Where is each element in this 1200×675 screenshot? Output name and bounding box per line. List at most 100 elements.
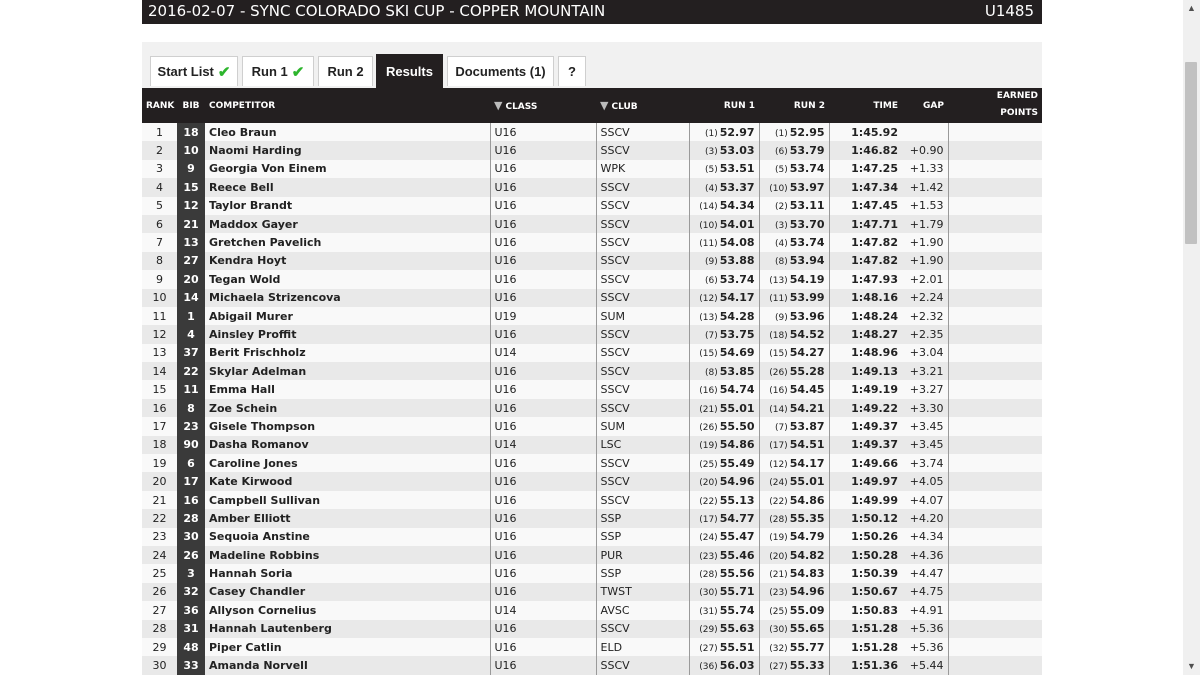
competitor-name[interactable]: Taylor Brandt — [205, 196, 490, 215]
bib-cell: 8 — [177, 398, 205, 418]
col-club[interactable]: ▼ CLUB — [596, 88, 689, 123]
result-row[interactable]: 25 3 Hannah Soria U16 SSP (28) 55.56 (21) 54.83 1… — [142, 564, 1042, 583]
filter-funnel-icon[interactable]: ▼ — [600, 99, 608, 112]
competitor-name[interactable]: Reece Bell — [205, 178, 490, 197]
result-row[interactable]: 2 10 Naomi Harding U16 SSCV (3) 53.03 (6) 53.79 1… — [142, 141, 1042, 160]
result-row[interactable]: 19 6 Caroline Jones U16 SSCV (25) 55.49 (12) 54.… — [142, 454, 1042, 473]
col-run-2[interactable]: RUN 2 — [759, 88, 829, 123]
competitor-name[interactable]: Campbell Sullivan — [205, 490, 490, 510]
competitor-name[interactable]: Amber Elliott — [205, 509, 490, 528]
col-time[interactable]: TIME — [829, 88, 902, 123]
result-row[interactable]: 10 14 Michaela Strizencova U16 SSCV (12) 54.17… — [142, 288, 1042, 307]
result-row[interactable]: 27 36 Allyson Cornelius U14 AVSC (31) 55.74 (25… — [142, 601, 1042, 620]
scroll-down-arrow-icon[interactable]: ▼ — [1183, 658, 1200, 675]
competitor-name[interactable]: Berit Frischholz — [205, 343, 490, 363]
scroll-up-arrow-icon[interactable]: ▲ — [1183, 0, 1200, 17]
club-cell: SSCV — [595, 214, 689, 234]
result-row[interactable]: 23 30 Sequoia Anstine U16 SSP (24) 55.47 (19) 54… — [142, 527, 1042, 546]
competitor-name[interactable]: Piper Catlin — [205, 637, 490, 657]
result-row[interactable]: 4 15 Reece Bell U16 SSCV (4) 53.37 (10) 53.97 1:4… — [142, 178, 1042, 197]
club-cell: SSCV — [595, 472, 689, 491]
result-row[interactable]: 13 37 Berit Frischholz U14 SSCV (15) 54.69 (15)… — [142, 343, 1042, 363]
tab-run-2[interactable]: Run 2 — [318, 56, 373, 86]
rank-cell: 24 — [142, 545, 177, 565]
run-position: (31) — [699, 606, 718, 617]
competitor-name[interactable]: Emma Hall — [205, 380, 490, 399]
competitor-name[interactable]: Gisele Thompson — [205, 417, 490, 436]
result-row[interactable]: 14 22 Skylar Adelman U16 SSCV (8) 53.85 (26) 55.… — [142, 362, 1042, 381]
competitor-name[interactable]: Casey Chandler — [205, 582, 490, 602]
result-row[interactable]: 30 33 Amanda Norvell U16 SSCV (36) 56.03 (27) 55… — [142, 656, 1042, 675]
competitor-name[interactable]: Cleo Braun — [205, 123, 490, 142]
run-position: (18) — [769, 330, 788, 341]
result-row[interactable]: 11 1 Abigail Murer U19 SUM (13) 54.28 (9) 53.96 1… — [142, 306, 1042, 326]
competitor-name[interactable]: Sequoia Anstine — [205, 527, 490, 546]
tab-results[interactable]: Results — [376, 54, 443, 88]
tab-documents[interactable]: Documents (1) — [447, 56, 554, 86]
result-row[interactable]: 28 31 Hannah Lautenberg U16 SSCV (29) 55.63 (30… — [142, 619, 1042, 638]
col-gap[interactable]: GAP — [902, 88, 948, 123]
result-row[interactable]: 22 28 Amber Elliott U16 SSP (17) 54.77 (28) 55.3… — [142, 509, 1042, 528]
competitor-name[interactable]: Tegan Wold — [205, 270, 490, 289]
col-competitor[interactable]: COMPETITOR — [205, 88, 490, 123]
result-row[interactable]: 15 11 Emma Hall U16 SSCV (16) 54.74 (16) 54.45 1:… — [142, 380, 1042, 399]
result-row[interactable]: 21 16 Campbell Sullivan U16 SSCV (22) 55.13 (22… — [142, 490, 1042, 510]
scroll-thumb[interactable] — [1185, 62, 1197, 244]
result-row[interactable]: 8 27 Kendra Hoyt U16 SSCV (9) 53.88 (8) 53.94 1:4… — [142, 251, 1042, 271]
competitor-name[interactable]: Skylar Adelman — [205, 362, 490, 381]
tab-help[interactable]: ? — [558, 56, 586, 86]
competitor-name[interactable]: Madeline Robbins — [205, 545, 490, 565]
result-row[interactable]: 9 20 Tegan Wold U16 SSCV (6) 53.74 (13) 54.19 1:4… — [142, 270, 1042, 289]
result-row[interactable]: 3 9 Georgia Von Einem U16 WPK (5) 53.51 (5) 53.7… — [142, 159, 1042, 179]
class-cell: U16 — [489, 619, 596, 638]
filter-funnel-icon[interactable]: ▼ — [494, 99, 502, 112]
result-row[interactable]: 20 17 Kate Kirwood U16 SSCV (20) 54.96 (24) 55.0… — [142, 472, 1042, 491]
tab-start-list[interactable]: Start List ✔ — [150, 56, 238, 86]
result-row[interactable]: 6 21 Maddox Gayer U16 SSCV (10) 54.01 (3) 53.70 1… — [142, 214, 1042, 234]
competitor-name[interactable]: Michaela Strizencova — [205, 288, 490, 307]
competitor-name[interactable]: Hannah Lautenberg — [205, 619, 490, 638]
competitor-name[interactable]: Hannah Soria — [205, 564, 490, 583]
col-points-line2: POINTS — [1000, 108, 1038, 118]
bib-cell: 20 — [177, 270, 205, 289]
vertical-scrollbar[interactable]: ▲ ▼ — [1183, 0, 1200, 675]
run-time: 54.52 — [789, 327, 825, 341]
competitor-name[interactable]: Maddox Gayer — [205, 214, 490, 234]
competitor-name[interactable]: Caroline Jones — [205, 454, 490, 473]
run-1-cell: (30) 55.71 — [688, 582, 759, 602]
col-earned-points[interactable]: EARNED POINTS — [948, 88, 1042, 123]
competitor-name[interactable]: Kendra Hoyt — [205, 251, 490, 271]
tab-run-1[interactable]: Run 1 ✔ — [242, 56, 314, 86]
col-rank[interactable]: RANK — [142, 88, 177, 123]
run-position: (19) — [769, 533, 788, 544]
club-cell: SSCV — [595, 362, 689, 381]
result-row[interactable]: 16 8 Zoe Schein U16 SSCV (21) 55.01 (14) 54.21 1:… — [142, 398, 1042, 418]
competitor-name[interactable]: Dasha Romanov — [205, 435, 490, 455]
result-row[interactable]: 18 90 Dasha Romanov U14 LSC (19) 54.86 (17) 54.5… — [142, 435, 1042, 455]
result-row[interactable]: 26 32 Casey Chandler U16 TWST (30) 55.71 (23) 54… — [142, 582, 1042, 602]
competitor-name[interactable]: Allyson Cornelius — [205, 601, 490, 620]
competitor-name[interactable]: Naomi Harding — [205, 141, 490, 160]
result-row[interactable]: 1 18 Cleo Braun U16 SSCV (1) 52.97 (1) 52.95 1:45… — [142, 123, 1042, 142]
competitor-name[interactable]: Amanda Norvell — [205, 656, 490, 675]
earned-points-cell — [947, 196, 1042, 215]
result-row[interactable]: 5 12 Taylor Brandt U16 SSCV (14) 54.34 (2) 53.11… — [142, 196, 1042, 215]
competitor-name[interactable]: Abigail Murer — [205, 306, 490, 326]
time-cell: 1:46.82 — [828, 141, 902, 160]
col-bib[interactable]: BIB — [177, 88, 205, 123]
competitor-name[interactable]: Zoe Schein — [205, 398, 490, 418]
competitor-name[interactable]: Kate Kirwood — [205, 472, 490, 491]
result-row[interactable]: 29 48 Piper Catlin U16 ELD (27) 55.51 (32) 55.77… — [142, 637, 1042, 657]
competitor-name[interactable]: Georgia Von Einem — [205, 159, 490, 179]
col-run-1[interactable]: RUN 1 — [689, 88, 759, 123]
col-class[interactable]: ▼ CLASS — [490, 88, 596, 123]
competitor-name[interactable]: Ainsley Proffit — [205, 325, 490, 344]
rank-cell: 28 — [142, 619, 177, 638]
result-row[interactable]: 24 26 Madeline Robbins U16 PUR (23) 55.46 (20) 5… — [142, 545, 1042, 565]
result-row[interactable]: 12 4 Ainsley Proffit U16 SSCV (7) 53.75 (18) 54.… — [142, 325, 1042, 344]
result-row[interactable]: 17 23 Gisele Thompson U16 SUM (26) 55.50 (7) 53.… — [142, 417, 1042, 436]
result-row[interactable]: 7 13 Gretchen Pavelich U16 SSCV (11) 54.08 (4) 5… — [142, 233, 1042, 252]
col-points-line1: EARNED — [996, 91, 1038, 101]
run-1-cell: (4) 53.37 — [688, 178, 759, 197]
competitor-name[interactable]: Gretchen Pavelich — [205, 233, 490, 252]
